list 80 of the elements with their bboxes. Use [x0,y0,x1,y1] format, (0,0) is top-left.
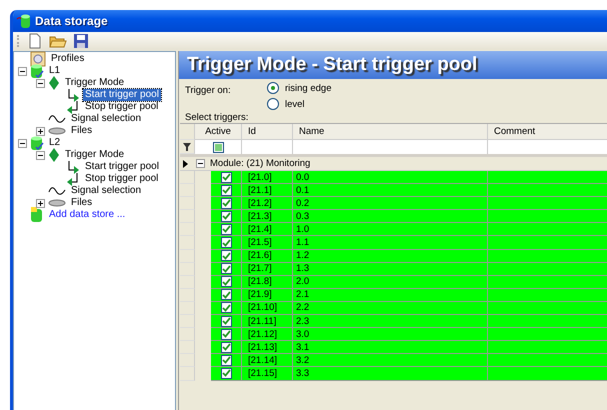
expander-icon[interactable] [36,78,45,88]
checkbox[interactable] [220,328,232,340]
checkbox[interactable] [220,250,232,262]
checkbox[interactable] [220,289,232,300]
tree-item[interactable]: Stop trigger pool [83,101,160,113]
tree-item[interactable]: Profiles [49,53,86,65]
diamond-icon [48,147,60,163]
filter-checkbox[interactable] [212,142,224,152]
table-row[interactable]: [21.12] 3.0 [211,328,607,342]
table-row[interactable]: [21.5] 1.1 [211,236,607,250]
checkbox[interactable] [220,184,232,196]
expander-icon[interactable] [18,66,27,76]
tree-item[interactable]: Trigger Mode [63,149,126,161]
checkbox[interactable] [220,172,232,183]
checkbox[interactable] [220,210,232,222]
checkbox[interactable] [220,302,232,314]
checkbox[interactable] [220,368,232,379]
checkbox[interactable] [220,342,232,353]
radio-label: rising edge [285,82,332,94]
window-title: Data storage [35,14,108,28]
arrow-icon [66,172,80,186]
tree-item[interactable]: Signal selection [69,185,144,197]
checkbox[interactable] [220,237,232,248]
checkbox[interactable] [220,354,232,366]
table-row[interactable]: [21.2] 0.2 [211,197,607,210]
table-row[interactable]: [21.8] 2.0 [211,276,607,289]
database-icon [16,13,32,29]
disk-drive-icon [48,125,66,137]
trigger-label: Trigger on: [185,85,232,98]
select-label: Select triggers: [185,112,250,123]
table-row[interactable]: [21.15] 3.3 [211,367,607,380]
checkbox[interactable] [220,316,232,327]
arrow-icon [66,100,80,114]
radio-button[interactable] [267,82,279,94]
table-row[interactable]: [21.14] 3.2 [211,354,607,368]
table-row[interactable]: [21.3] 0.3 [211,210,607,224]
expander-icon[interactable] [36,126,45,136]
expander-icon[interactable] [36,198,45,208]
disk-drive-icon [48,197,66,209]
add-link[interactable]: Add data store ... [47,209,128,221]
tree-item[interactable]: Trigger Mode [63,77,126,89]
arrow-icon [66,88,80,102]
tree-item[interactable]: Files [69,125,94,137]
expander-icon[interactable] [18,138,27,148]
expander-icon[interactable] [36,150,45,160]
database-icon [30,63,44,79]
table-row[interactable]: [21.11] 2.3 [211,315,607,328]
checkbox[interactable] [220,276,232,288]
table-row[interactable]: [21.4] 1.0 [211,223,607,236]
table-row[interactable]: [21.0] 0.0 [211,171,607,184]
collapse-icon[interactable] [196,159,205,168]
table-row[interactable]: [21.6] 1.2 [211,250,607,263]
arrow-icon [66,160,80,174]
tree-item[interactable]: L2 [47,137,62,149]
tree-item[interactable]: Start trigger pool [83,89,161,101]
tree-item[interactable]: Files [69,197,94,209]
table-row[interactable]: [21.1] 0.1 [211,184,607,198]
group-label: Module: (21) Monitoring [210,158,310,169]
tree-item[interactable]: Stop trigger pool [83,173,160,185]
radio-label: level [285,98,305,110]
checkbox[interactable] [220,263,232,274]
table-row[interactable]: [21.9] 2.1 [211,288,607,302]
table-row[interactable]: [21.7] 1.3 [211,262,607,276]
row-pointer-icon [183,160,188,168]
checkbox[interactable] [220,198,232,209]
table-cell: [21.15] [242,367,293,380]
checkbox[interactable] [220,224,232,235]
diamond-icon [48,75,60,91]
radio-button[interactable] [267,98,279,110]
tree-item[interactable]: L1 [47,65,62,77]
profile-icon [30,51,46,67]
table-row[interactable]: [21.10] 2.2 [211,302,607,316]
filter-icon[interactable] [183,142,191,150]
tree-item[interactable]: Start trigger pool [83,161,161,173]
database-icon [30,207,44,223]
table-row[interactable]: [21.13] 3.1 [211,341,607,354]
database-icon [30,135,44,151]
tree-item[interactable]: Signal selection [69,113,144,125]
panel-title: Trigger Mode - Start trigger pool [187,54,478,76]
table-cell: 3.3 [293,367,488,380]
